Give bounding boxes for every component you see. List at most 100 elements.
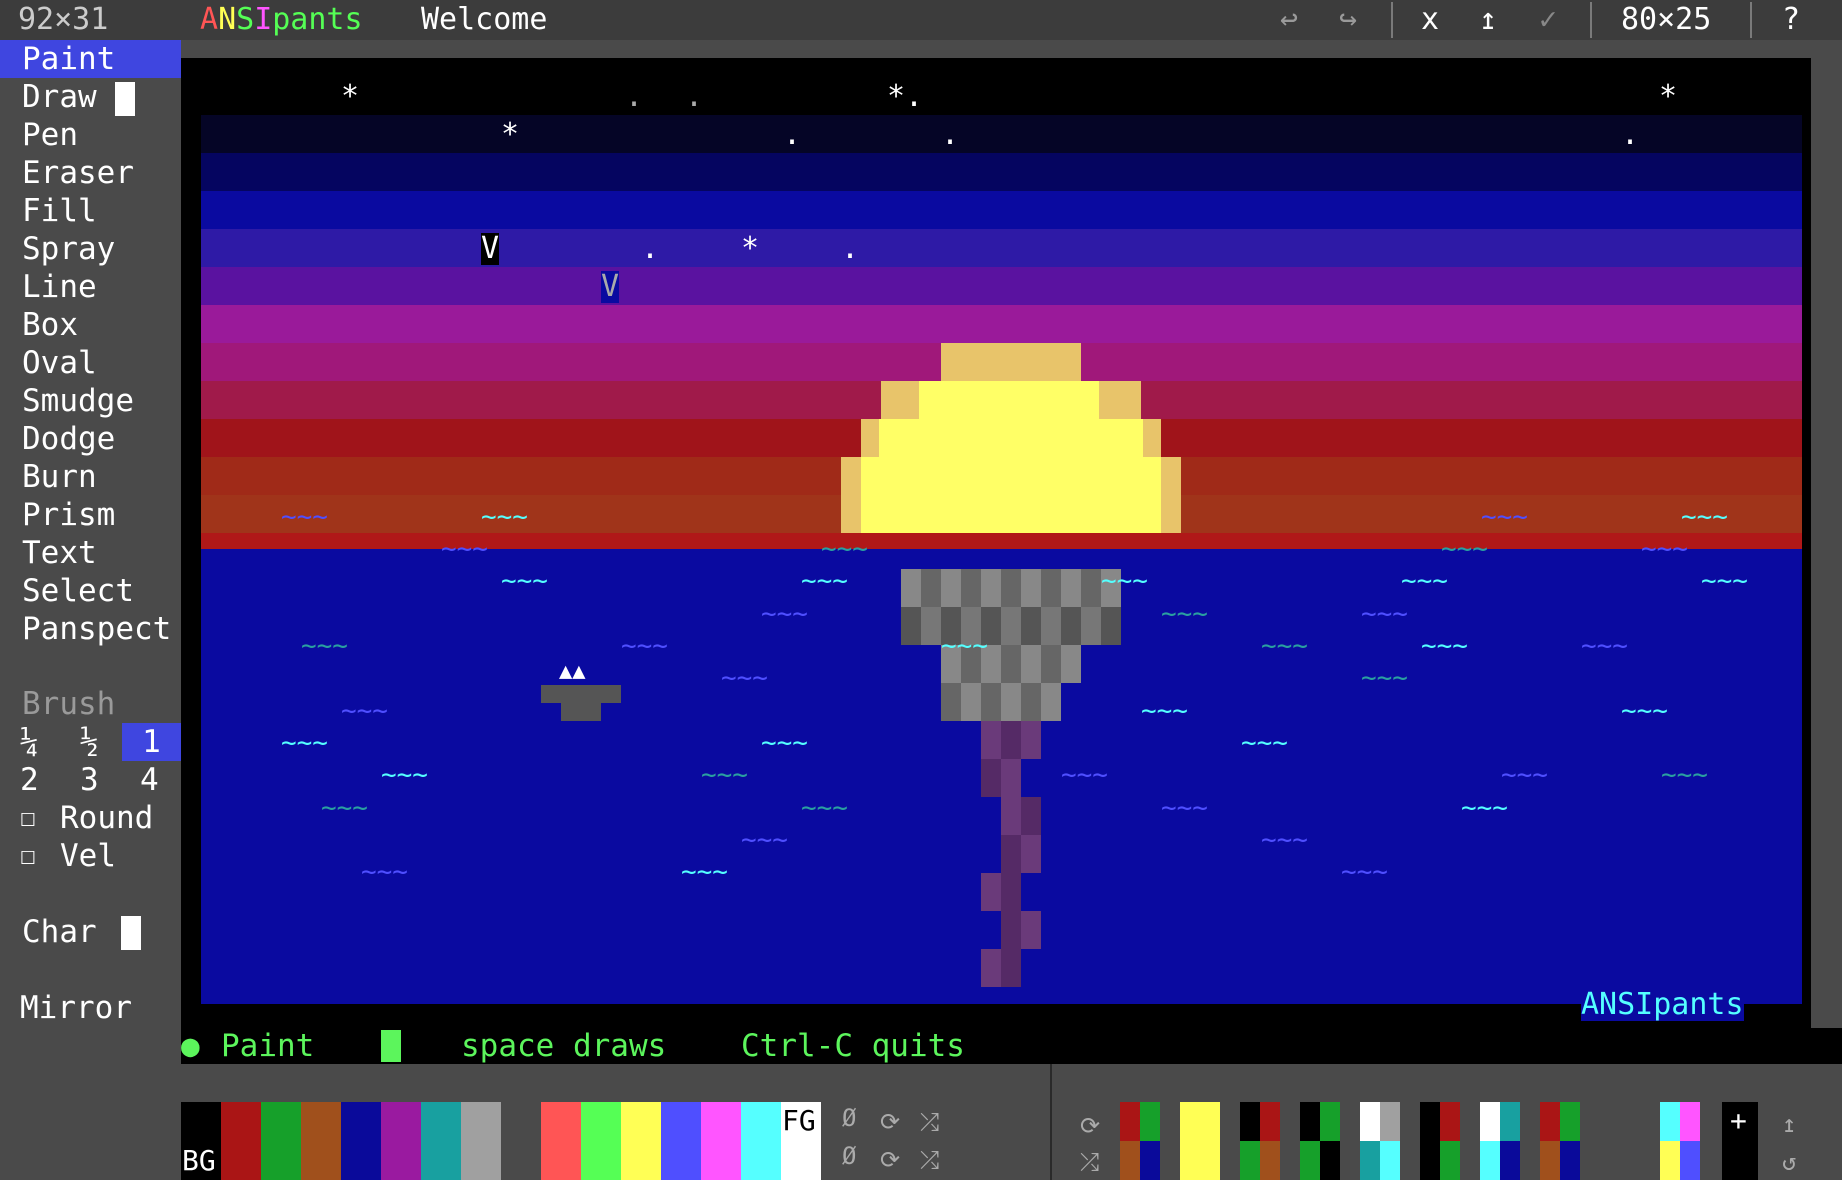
shuffle-icon[interactable]: ⤮ [920, 1108, 939, 1136]
palette-swatch[interactable] [341, 1102, 381, 1180]
upload-icon[interactable]: ↥ [1782, 1110, 1796, 1138]
sky-band [201, 267, 1802, 305]
undo-icon[interactable]: ↩ [1280, 0, 1298, 40]
redo-icon[interactable]: ↪ [1339, 0, 1357, 40]
wave: ~~~ [1401, 566, 1448, 596]
preset-palette[interactable] [1480, 1102, 1520, 1180]
mirror-toggle[interactable]: Mirror [20, 989, 132, 1027]
export-icon[interactable]: ↥ [1479, 0, 1497, 40]
palette-swatch[interactable] [541, 1102, 581, 1180]
preset-cell [1560, 1141, 1580, 1180]
tool-line[interactable]: Line [0, 268, 181, 306]
tool-panspect[interactable]: Panspect [0, 610, 181, 648]
tool-dodge[interactable]: Dodge [0, 420, 181, 458]
tool-draw[interactable]: Draw [0, 78, 181, 116]
preset-cell [1380, 1141, 1400, 1180]
canvas-size-button[interactable]: 80×25 [1621, 0, 1711, 40]
reflection-cell [1021, 721, 1041, 759]
reflection-cell [1101, 607, 1121, 645]
status-bar: ● Paint space draws Ctrl-C quits [181, 1028, 1842, 1064]
preset-palette[interactable] [1420, 1102, 1460, 1180]
palette-swatch[interactable] [621, 1102, 661, 1180]
palette-swatch[interactable] [661, 1102, 701, 1180]
palette-swatch[interactable] [381, 1102, 421, 1180]
brush-size-4[interactable]: 4 [140, 761, 159, 799]
bg-none-button[interactable]: Ø [842, 1142, 856, 1170]
reflection-cell [1001, 873, 1021, 911]
preset-palette[interactable] [1120, 1102, 1160, 1180]
app-title-rest: pants [272, 2, 363, 37]
palette-swatch[interactable] [581, 1102, 621, 1180]
brush-heading: Brush [22, 686, 116, 722]
round-checkbox[interactable]: ☐ [20, 799, 36, 837]
document-tab-welcome[interactable]: Welcome [421, 0, 547, 40]
cycle-icon[interactable]: ⟳ [880, 1108, 900, 1136]
tool-pen[interactable]: Pen [0, 116, 181, 154]
tool-paint[interactable]: Paint [0, 40, 181, 78]
drawing-canvas[interactable]: ▲▲ * . . *. * * . . . V . * . V ~~~ ~~~ ~~… [201, 77, 1802, 1026]
palette-swatch[interactable] [261, 1102, 301, 1180]
wave: ~~~ [721, 663, 768, 693]
preset-palette[interactable] [1180, 1102, 1220, 1180]
confirm-icon[interactable]: ✓ [1539, 0, 1557, 40]
reflection-cell [921, 607, 941, 645]
status-color-indicator [381, 1030, 401, 1062]
preset-cell [1680, 1141, 1700, 1180]
reflection-cell [1081, 607, 1101, 645]
shuffle-icon[interactable]: ⤮ [1080, 1148, 1099, 1176]
brush-size-2[interactable]: 2 [20, 761, 39, 799]
palette-swatch[interactable] [301, 1102, 341, 1180]
reflection-cell [981, 683, 1001, 721]
wave: ~~~ [1101, 566, 1148, 596]
tool-burn[interactable]: Burn [0, 458, 181, 496]
tool-eraser[interactable]: Eraser [0, 154, 181, 192]
brush-size-half[interactable]: ½ [80, 723, 99, 761]
cycle-icon[interactable]: ⟳ [1080, 1112, 1100, 1140]
tool-prism[interactable]: Prism [0, 496, 181, 534]
preset-palette[interactable] [1360, 1102, 1400, 1180]
reflection-cell [1021, 607, 1041, 645]
help-button[interactable]: ? [1782, 0, 1800, 40]
tool-select[interactable]: Select [0, 572, 181, 610]
wave: ~~~ [941, 631, 988, 661]
char-swatch[interactable] [121, 916, 141, 950]
cycle-icon[interactable]: ⟳ [880, 1146, 900, 1174]
reflection-cell [941, 683, 961, 721]
tool-smudge[interactable]: Smudge [0, 382, 181, 420]
tool-fill[interactable]: Fill [0, 192, 181, 230]
canvas-bottom-border [201, 1004, 1802, 1026]
star: * [501, 117, 520, 152]
tool-spray[interactable]: Spray [0, 230, 181, 268]
bg-label: BG [182, 1144, 216, 1177]
palette-swatch[interactable] [741, 1102, 781, 1180]
close-button[interactable]: x [1421, 0, 1439, 40]
add-palette-button[interactable]: + [1722, 1102, 1758, 1180]
fg-none-button[interactable]: Ø [842, 1104, 856, 1132]
preset-palette[interactable] [1300, 1102, 1340, 1180]
tool-box[interactable]: Box [0, 306, 181, 344]
palette-swatch[interactable] [461, 1102, 501, 1180]
shuffle-icon[interactable]: ⤮ [920, 1146, 939, 1174]
reflection-cell [1001, 721, 1021, 759]
palette-swatch[interactable] [701, 1102, 741, 1180]
reflection-cell [1041, 683, 1061, 721]
preset-palette[interactable] [1240, 1102, 1280, 1180]
palette-swatch[interactable] [421, 1102, 461, 1180]
preset-palette[interactable] [1540, 1102, 1580, 1180]
reflection-cell [1081, 569, 1101, 607]
reflection-cell [901, 569, 921, 607]
tool-text[interactable]: Text [0, 534, 181, 572]
brush-size-quarter[interactable]: ¼ [20, 723, 39, 761]
reflection-cell [981, 569, 1001, 607]
reset-icon[interactable]: ↺ [1782, 1148, 1796, 1176]
vel-checkbox[interactable]: ☐ [20, 837, 36, 875]
wave: ~~~ [1361, 599, 1408, 629]
preset-palette[interactable] [1660, 1102, 1700, 1180]
reflection-cell [1021, 683, 1041, 721]
reflection-cell [1061, 607, 1081, 645]
tool-oval[interactable]: Oval [0, 344, 181, 382]
reflection-cell [1001, 911, 1021, 949]
brush-size-1[interactable]: 1 [122, 723, 181, 761]
brush-size-3[interactable]: 3 [80, 761, 99, 799]
palette-swatch[interactable] [221, 1102, 261, 1180]
